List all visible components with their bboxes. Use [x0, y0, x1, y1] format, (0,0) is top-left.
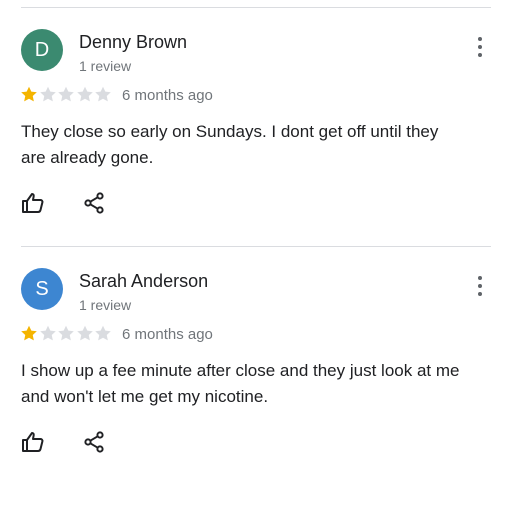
- star-empty-icon: [57, 85, 75, 103]
- thumb-up-icon[interactable]: [21, 191, 45, 215]
- review-card: S Sarah Anderson 1 review 6 months ago I…: [0, 268, 512, 508]
- review-card: D Denny Brown 1 review 6 months ago They…: [0, 29, 512, 269]
- star-filled-icon: [20, 324, 38, 342]
- more-vert-icon[interactable]: [468, 33, 492, 61]
- reviewer-name[interactable]: Denny Brown: [79, 32, 187, 53]
- star-empty-icon: [94, 324, 112, 342]
- reviewer-name[interactable]: Sarah Anderson: [79, 271, 208, 292]
- reviewer-avatar[interactable]: D: [21, 29, 63, 71]
- review-time: 6 months ago: [122, 87, 213, 104]
- star-empty-icon: [39, 85, 57, 103]
- star-empty-icon: [94, 85, 112, 103]
- star-empty-icon: [76, 85, 94, 103]
- more-vert-icon[interactable]: [468, 272, 492, 300]
- share-icon[interactable]: [82, 430, 106, 454]
- review-text: They close so early on Sundays. I dont g…: [21, 122, 439, 167]
- star-rating: [20, 85, 113, 103]
- review-divider: [21, 246, 491, 247]
- review-text: I show up a fee minute after close and t…: [21, 361, 460, 406]
- share-icon[interactable]: [82, 191, 106, 215]
- star-empty-icon: [39, 324, 57, 342]
- thumb-up-icon[interactable]: [21, 430, 45, 454]
- star-rating: [20, 324, 113, 342]
- star-empty-icon: [57, 324, 75, 342]
- top-divider: [21, 7, 491, 8]
- star-filled-icon: [20, 85, 38, 103]
- reviewer-review-count: 1 review: [79, 297, 132, 313]
- star-empty-icon: [76, 324, 94, 342]
- reviewer-avatar[interactable]: S: [21, 268, 63, 310]
- review-time: 6 months ago: [122, 326, 213, 343]
- reviewer-review-count: 1 review: [79, 58, 132, 74]
